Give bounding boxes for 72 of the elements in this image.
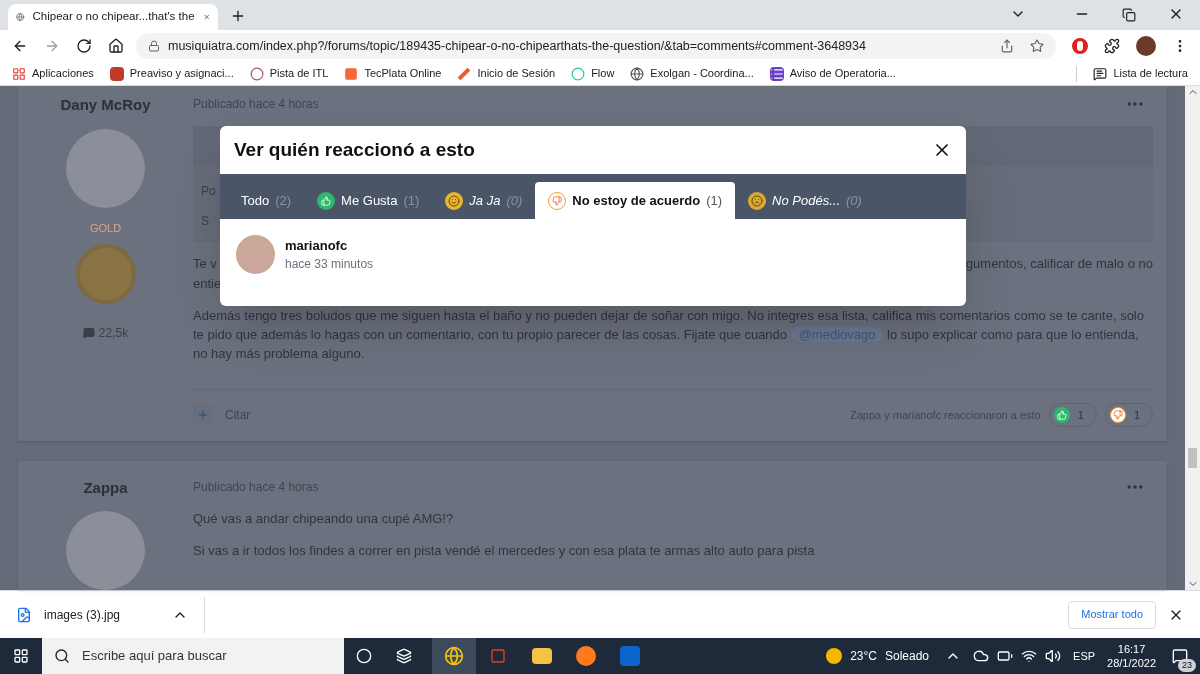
battery-icon[interactable] (997, 648, 1014, 664)
comment-icon (82, 327, 95, 339)
square-logo-icon (344, 66, 359, 81)
post-text: Qué vas a andar chipeando una cupé AMG!? (193, 509, 455, 528)
reaction-tab[interactable]: No estoy de acuerdo (1) (535, 182, 736, 219)
reading-list-button[interactable]: Lista de lectura (1093, 65, 1188, 82)
back-icon[interactable] (12, 38, 28, 54)
post-text: gumentos, calificar de malo o no (965, 255, 1153, 273)
bookmark-link[interactable]: TecPlata Online (344, 65, 442, 82)
reaction-tab[interactable]: Todo (2) (228, 182, 305, 219)
post-text: entie (193, 275, 222, 293)
wifi-icon[interactable] (1021, 648, 1038, 664)
ring-icon (571, 66, 586, 81)
star-icon[interactable] (1030, 39, 1044, 53)
bookmark-link[interactable]: Aplicaciones (12, 65, 94, 82)
slash-logo-icon (458, 67, 471, 80)
search-icon (54, 648, 70, 664)
clock[interactable]: 16:17 28/1/2022 (1107, 642, 1156, 670)
language-indicator[interactable]: ESP (1073, 647, 1096, 665)
thumbs-up-icon (317, 191, 336, 210)
show-all-button[interactable]: Mostrar todo (1068, 600, 1156, 629)
rank-label: GOLD (89, 220, 122, 236)
temperature[interactable]: 23°C (850, 647, 877, 665)
sad-face-icon (748, 191, 767, 210)
tab-title: Chipear o no chipear...that's the (32, 9, 195, 25)
thumbs-up-icon (1053, 407, 1070, 423)
dialog-title: Ver quién reaccionó a esto (234, 137, 475, 162)
list-logo-icon (769, 66, 784, 81)
scroll-thumb[interactable] (1188, 448, 1197, 468)
user-name[interactable]: marianofc (285, 235, 374, 256)
home-icon[interactable] (108, 38, 124, 54)
laughing-face-icon (445, 191, 464, 210)
browser-tab[interactable]: Chipear o no chipear...that's the (8, 4, 218, 30)
address-field[interactable]: musiquiatra.com/index.php?/forums/topic/189435-chipear-o-no-chipearthats-the-question/&tab=comments#comment-3648934 (136, 33, 1056, 59)
bookmark-link[interactable]: Flow (571, 65, 615, 82)
post-text: Te v (193, 255, 218, 273)
url-text: musiquiatra.com/index.php?/forums/topic/189435-chipear-o-no-chipearthats-the-question/&tab=comments#comment-3648934 (168, 37, 867, 55)
thumbs-down-icon (1109, 407, 1126, 423)
search-placeholder: Escribe aquí para buscar (82, 647, 227, 666)
restore-icon[interactable] (1122, 8, 1136, 22)
scrollbar[interactable] (1185, 86, 1200, 590)
notification-badge: 23 (1178, 658, 1196, 672)
file-icon (16, 606, 32, 623)
bookmark-link[interactable]: Inicio de Sesión (457, 65, 556, 82)
share-icon[interactable] (1000, 39, 1014, 53)
bookmark-link[interactable]: Exolgan - Coordina... (630, 65, 754, 82)
reading-list-icon (1093, 66, 1108, 81)
logo-icon (109, 66, 124, 81)
lock-icon[interactable] (148, 40, 160, 52)
weather-label[interactable]: Soleado (885, 647, 930, 665)
profile-avatar[interactable] (1136, 36, 1156, 56)
task-view-icon[interactable] (396, 648, 412, 664)
bookmark-link[interactable]: Aviso de Operatoria... (769, 65, 896, 82)
thumbs-down-icon (548, 191, 567, 210)
avatar-placeholder (236, 235, 275, 274)
bookmark-link[interactable]: Pista de ITL (249, 65, 329, 82)
extensions-icon[interactable] (1104, 38, 1120, 54)
bookmark-link[interactable]: Preaviso y asignaci... (109, 65, 234, 82)
reaction-time: hace 33 minutos (285, 256, 374, 274)
opera-icon[interactable] (1072, 38, 1088, 54)
apps-grid-icon (12, 66, 26, 81)
volume-icon[interactable] (1045, 648, 1062, 664)
notifications-icon[interactable] (1172, 648, 1188, 664)
globe-icon (630, 66, 645, 81)
reload-icon[interactable] (76, 38, 92, 54)
reaction-tab[interactable]: Me Gusta (1) (304, 182, 433, 219)
download-item[interactable]: images (3).jpg (44, 605, 121, 624)
post-text: Si vas a ir todos los findes a correr en pista vendé el mercedes y con esa plata te armas alto auto para pista (193, 541, 816, 560)
new-tab-icon[interactable] (230, 8, 246, 24)
cloud-icon[interactable] (973, 648, 990, 664)
sun-icon (826, 648, 843, 664)
taskbar-search-field[interactable]: Escribe aquí para buscar (42, 638, 344, 674)
